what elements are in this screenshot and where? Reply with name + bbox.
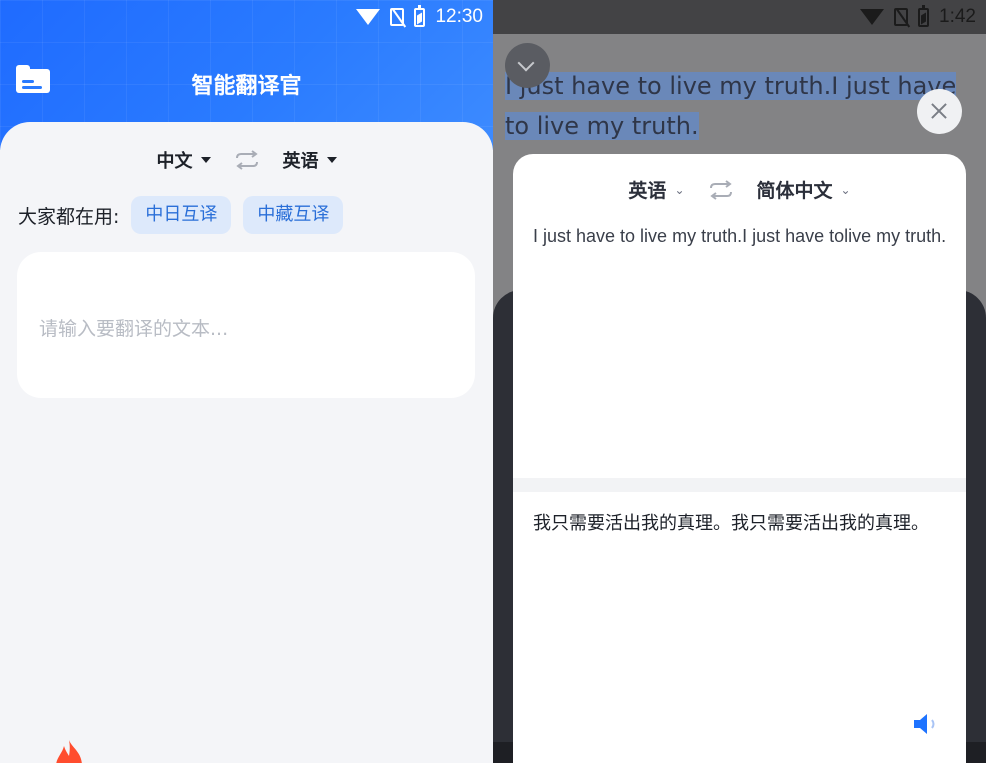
popular-pairs: 大家都在用: 中日互译 中藏互译 [18,196,355,234]
target-language-label: 简体中文 [756,180,833,202]
input-placeholder: 请输入要翻译的文本... [39,318,229,340]
chevron-down-icon[interactable] [505,43,550,88]
no-sim-icon [894,8,909,26]
app-title: 智能翻译官 [191,74,302,99]
wifi-icon [860,9,885,25]
language-selector: 中文 英语 [0,147,493,173]
status-bar: 1:42 [860,0,976,34]
close-icon[interactable] [917,89,962,134]
popular-label: 大家都在用: [18,205,120,228]
status-bar: 12:30 [356,0,483,34]
translator-home-screen: 12:30 智能翻译官 中文 英语 大家都在用: 中日互译 中藏互译 请输入要翻… [0,0,493,763]
chevron-down-icon: ⌄ [674,182,685,197]
section-divider [513,478,966,492]
flame-icon [56,740,82,763]
battery-charging-icon [414,4,426,27]
chip-zh-ja[interactable]: 中日互译 [131,196,232,234]
translation-popup-screen: 1:42 I just have to live my truth.I just… [493,0,986,763]
chip-zh-bo[interactable]: 中藏互译 [243,196,344,234]
source-text[interactable]: I just have to live my truth.I just have… [533,224,948,249]
chevron-down-icon: ⌄ [840,182,851,197]
text-input[interactable]: 请输入要翻译的文本... [17,252,475,398]
status-time: 1:42 [939,6,976,27]
translation-dialog: 英语 ⌄ 简体中文 ⌄ I just have to live my truth… [513,154,966,763]
selected-text-highlight: I just have to live my truth.I just have… [505,66,965,146]
selected-text: I just have to live my truth.I just have… [505,72,957,140]
language-selector: 英语 ⌄ 简体中文 ⌄ [513,176,966,203]
battery-charging-icon [918,4,930,27]
swap-icon[interactable] [707,179,735,201]
source-language-dropdown[interactable]: 中文 [157,147,211,173]
speaker-icon[interactable] [912,712,942,736]
wifi-icon [356,9,381,25]
status-time: 12:30 [435,6,483,27]
translation-result: 我只需要活出我的真理。我只需要活出我的真理。 [533,513,929,534]
target-language-label: 英语 [282,151,319,172]
target-language-dropdown[interactable]: 英语 [283,147,337,173]
source-language-dropdown[interactable]: 英语 ⌄ [628,176,684,203]
source-language-label: 英语 [628,180,667,202]
swap-icon[interactable] [233,149,261,171]
source-language-label: 中文 [156,151,193,172]
caret-down-icon [200,157,211,163]
no-sim-icon [390,8,405,26]
caret-down-icon [326,157,337,163]
target-language-dropdown[interactable]: 简体中文 ⌄ [757,176,851,203]
